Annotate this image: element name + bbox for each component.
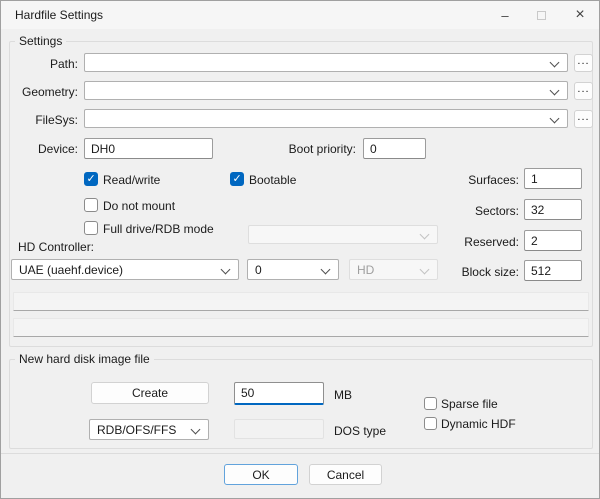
device-input[interactable] [84, 138, 213, 159]
minimize-button[interactable]: – [487, 1, 523, 29]
full-drive-rdb-checkbox[interactable] [84, 221, 98, 235]
boot-priority-label: Boot priority: [263, 142, 356, 156]
chevron-down-icon [550, 58, 560, 68]
size-unit-label: MB [334, 388, 352, 402]
hd-controller-value: UAE (uaehf.device) [19, 263, 123, 277]
chevron-down-icon [191, 425, 201, 435]
create-button[interactable]: Create [91, 382, 209, 404]
hardfile-settings-dialog: Hardfile Settings – × Settings Path: ...… [0, 0, 600, 499]
controller-type-value: HD [357, 263, 374, 277]
ok-button[interactable]: OK [224, 464, 298, 485]
hd-controller-label: HD Controller: [18, 240, 94, 254]
filesystem-combobox[interactable]: RDB/OFS/FFS [89, 419, 209, 440]
read-write-checkbox[interactable] [84, 172, 98, 186]
sectors-label: Sectors: [431, 204, 519, 218]
dos-type-label: DOS type [334, 424, 386, 438]
maximize-button [523, 1, 559, 29]
filesys-browse-button[interactable]: ... [574, 110, 593, 128]
path-browse-button[interactable]: ... [574, 54, 593, 72]
reserved-input[interactable] [524, 230, 582, 251]
dynamic-hdf-label: Dynamic HDF [441, 417, 516, 431]
chevron-down-icon [321, 265, 331, 275]
surfaces-label: Surfaces: [431, 173, 519, 187]
sparse-file-checkbox[interactable] [424, 397, 437, 410]
window-title: Hardfile Settings [15, 8, 103, 22]
chevron-down-icon [420, 265, 430, 275]
dos-type-input [234, 419, 324, 439]
chevron-down-icon [221, 265, 231, 275]
new-file-group-label: New hard disk image file [15, 352, 154, 366]
sparse-file-label: Sparse file [441, 397, 498, 411]
bootable-label: Bootable [249, 173, 296, 187]
close-icon: × [575, 6, 584, 24]
boot-priority-input[interactable] [363, 138, 426, 159]
controller-unit-combobox[interactable]: 0 [247, 259, 339, 280]
footer-separator [1, 453, 599, 454]
block-size-input[interactable] [524, 260, 582, 281]
chevron-down-icon [550, 86, 560, 96]
path-label: Path: [1, 57, 78, 71]
controller-unit-value: 0 [255, 263, 262, 277]
chevron-down-icon [420, 230, 430, 240]
device-label: Device: [1, 142, 78, 156]
titlebar: Hardfile Settings – × [1, 1, 599, 29]
geometry-browse-button[interactable]: ... [574, 82, 593, 100]
path-combobox[interactable] [84, 53, 568, 72]
chevron-down-icon [550, 114, 560, 124]
hardfile-info-bar-1 [13, 292, 589, 311]
maximize-icon [537, 11, 546, 20]
do-not-mount-checkbox[interactable] [84, 198, 98, 212]
controller-type-combobox: HD [349, 259, 438, 280]
cancel-button[interactable]: Cancel [309, 464, 382, 485]
filesystem-value: RDB/OFS/FFS [97, 423, 176, 437]
block-size-label: Block size: [431, 265, 519, 279]
reserved-label: Reserved: [431, 235, 519, 249]
minimize-icon: – [501, 8, 508, 23]
filesys-label: FileSys: [1, 113, 78, 127]
geometry-combobox[interactable] [84, 81, 568, 100]
read-write-label: Read/write [103, 173, 160, 187]
geometry-label: Geometry: [1, 85, 78, 99]
rdb-mode-combobox [248, 225, 438, 244]
surfaces-input[interactable] [524, 168, 582, 189]
sectors-input[interactable] [524, 199, 582, 220]
settings-group-label: Settings [15, 34, 66, 48]
full-drive-rdb-label: Full drive/RDB mode [103, 222, 214, 236]
filesys-combobox[interactable] [84, 109, 568, 128]
new-file-size-input[interactable] [234, 382, 324, 405]
bootable-checkbox[interactable] [230, 172, 244, 186]
dynamic-hdf-checkbox[interactable] [424, 417, 437, 430]
close-button[interactable]: × [559, 1, 600, 29]
hardfile-info-bar-2 [13, 318, 589, 337]
do-not-mount-label: Do not mount [103, 199, 175, 213]
hd-controller-combobox[interactable]: UAE (uaehf.device) [11, 259, 239, 280]
